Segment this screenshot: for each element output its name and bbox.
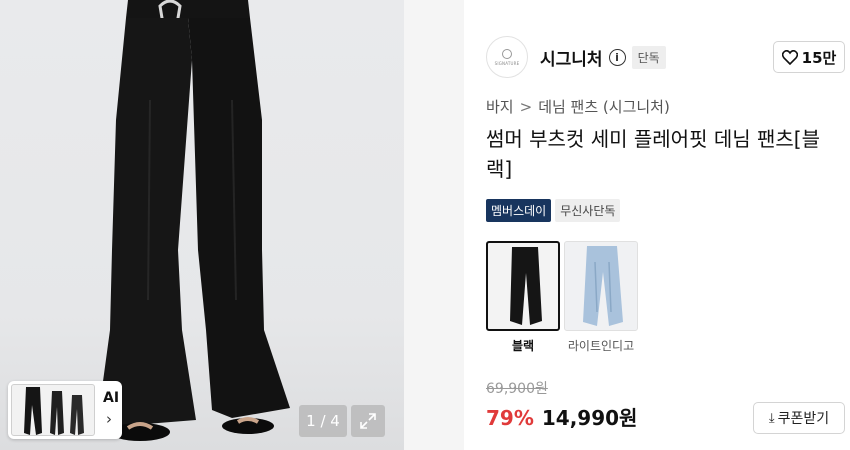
coupon-button-label: 쿠폰받기 [777,411,830,427]
product-info-panel: SIGNATURE 시그니처 i 단독 15만 바지 > 데님 팬츠 (시그니처… [464,0,850,450]
divider [404,0,464,450]
discount-rate: 79% [486,406,534,430]
brand-name[interactable]: 시그니처 [540,45,603,70]
members-day-badge: 멤버스데이 [486,199,552,222]
option-label-black: 블랙 [511,339,535,353]
original-price: 69,900원 [486,381,548,397]
product-photo[interactable]: AI › 1 / 4 [0,0,404,450]
brand-logo-mark [502,48,512,59]
ai-thumbnail-strip[interactable]: AI › [8,381,122,439]
option-image-black [486,241,560,331]
price-row: 79% 14,990원 [486,402,637,431]
download-icon: ⤓ [768,410,775,426]
product-title: 썸머 부츠컷 세미 플레어핏 데님 팬츠[블랙] [486,127,820,181]
like-button[interactable]: 15만 [773,41,845,73]
breadcrumb-separator: > [519,97,533,116]
option-label-light-indigo: 라이트인디고 [567,339,635,353]
color-option-light-indigo[interactable]: 라이트인디고 [564,241,638,354]
expand-icon[interactable] [351,405,385,437]
breadcrumb-category[interactable]: 바지 [486,96,514,117]
brand-logo[interactable]: SIGNATURE [486,36,528,78]
exclusive-badge: 무신사단독 [555,199,621,222]
breadcrumb: 바지 > 데님 팬츠 (시그니처) [486,96,670,117]
product-page: AI › 1 / 4 SIGNATURE 시그니처 i 단독 15만 바지 > … [0,0,850,450]
like-count: 15만 [801,48,837,67]
info-icon[interactable]: i [608,48,626,66]
option-image-light-indigo [564,241,638,331]
color-options: 블랙 라이트인디고 [486,241,642,354]
heart-icon [781,49,798,65]
brand-logo-text: SIGNATURE [494,60,520,66]
ai-label: AI [103,390,120,406]
image-pager: 1 / 4 [299,405,347,437]
coupon-button[interactable]: ⤓ 쿠폰받기 [753,402,845,434]
badges: 멤버스데이 무신사단독 [486,199,621,222]
sale-price: 14,990원 [541,406,638,430]
brand-row: SIGNATURE 시그니처 i 단독 [486,36,666,78]
breadcrumb-subcategory[interactable]: 데님 팬츠 (시그니처) [538,96,670,117]
color-option-black[interactable]: 블랙 [486,241,560,354]
brand-tag: 단독 [631,45,666,69]
chevron-right-icon: › [106,410,112,428]
thumbnail-preview [11,384,95,436]
